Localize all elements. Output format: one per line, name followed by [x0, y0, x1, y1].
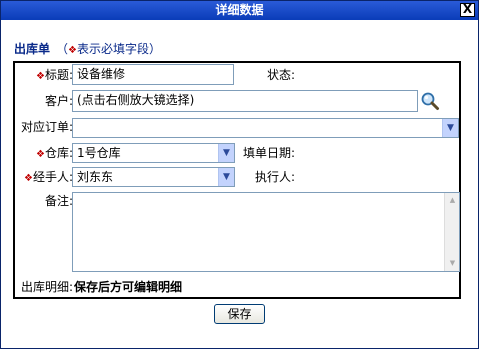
title-label: ❖标题:: [21, 65, 73, 87]
detail-note: 保存后方可编辑明细: [74, 280, 183, 294]
note-text: 表示必填字段: [77, 42, 150, 56]
chevron-down-icon[interactable]: ▼: [218, 168, 234, 186]
status-label: 状态:: [266, 68, 295, 82]
note-suffix: ）: [149, 42, 162, 56]
handler-label-text: 经手人:: [32, 170, 73, 184]
required-marker-icon: ❖: [68, 45, 77, 56]
handler-label: ❖经手人:: [15, 167, 73, 189]
warehouse-label-text: 仓库:: [44, 146, 73, 160]
customer-label: 客户:: [44, 94, 73, 108]
dialog-title: 详细数据: [215, 3, 264, 17]
order-select[interactable]: ▼: [72, 118, 459, 138]
order-label: 对应订单:: [20, 120, 73, 134]
required-marker-icon: ❖: [23, 173, 33, 184]
executor-label: 执行人:: [254, 170, 295, 184]
scroll-up-icon[interactable]: ▲: [446, 194, 459, 207]
section-title: 出库单 （❖表示必填字段）: [14, 40, 161, 57]
detail-label: 出库明细:: [20, 280, 73, 294]
title-input[interactable]: 设备维修: [72, 64, 234, 85]
chevron-down-icon[interactable]: ▼: [442, 119, 458, 137]
required-marker-icon: ❖: [35, 149, 45, 160]
handler-select-value: 刘东东: [77, 170, 114, 184]
chevron-down-icon[interactable]: ▼: [218, 144, 234, 162]
required-note: （❖表示必填字段）: [56, 42, 161, 56]
title-label-text: 标题:: [44, 68, 73, 82]
note-prefix: （: [56, 42, 69, 56]
warehouse-select-value: 1号仓库: [77, 146, 121, 160]
remark-scrollbar[interactable]: ▲ ▼: [444, 193, 459, 271]
fill-date-label: 填单日期:: [242, 146, 295, 160]
warehouse-label: ❖仓库:: [21, 143, 73, 165]
warehouse-select[interactable]: 1号仓库 ▼: [72, 143, 235, 163]
remark-label: 备注:: [44, 194, 73, 208]
search-icon[interactable]: [420, 91, 440, 111]
remark-textarea[interactable]: ▲ ▼: [72, 192, 460, 272]
customer-input[interactable]: (点击右侧放大镜选择): [72, 90, 418, 112]
form-panel: ❖标题: 设备维修 状态: 客户: (点击右侧放大镜选择) 对应订单: ▼ ❖仓…: [13, 61, 461, 299]
section-title-text: 出库单: [14, 42, 51, 56]
close-icon[interactable]: X: [460, 3, 475, 17]
detail-dialog: 详细数据 X 出库单 （❖表示必填字段） ❖标题: 设备维修 状态: 客户: (点…: [0, 0, 479, 349]
save-button[interactable]: 保存: [214, 304, 265, 324]
dialog-titlebar: 详细数据 X: [1, 1, 478, 20]
scroll-down-icon[interactable]: ▼: [446, 257, 459, 270]
handler-select[interactable]: 刘东东 ▼: [72, 167, 235, 187]
required-marker-icon: ❖: [35, 71, 45, 82]
